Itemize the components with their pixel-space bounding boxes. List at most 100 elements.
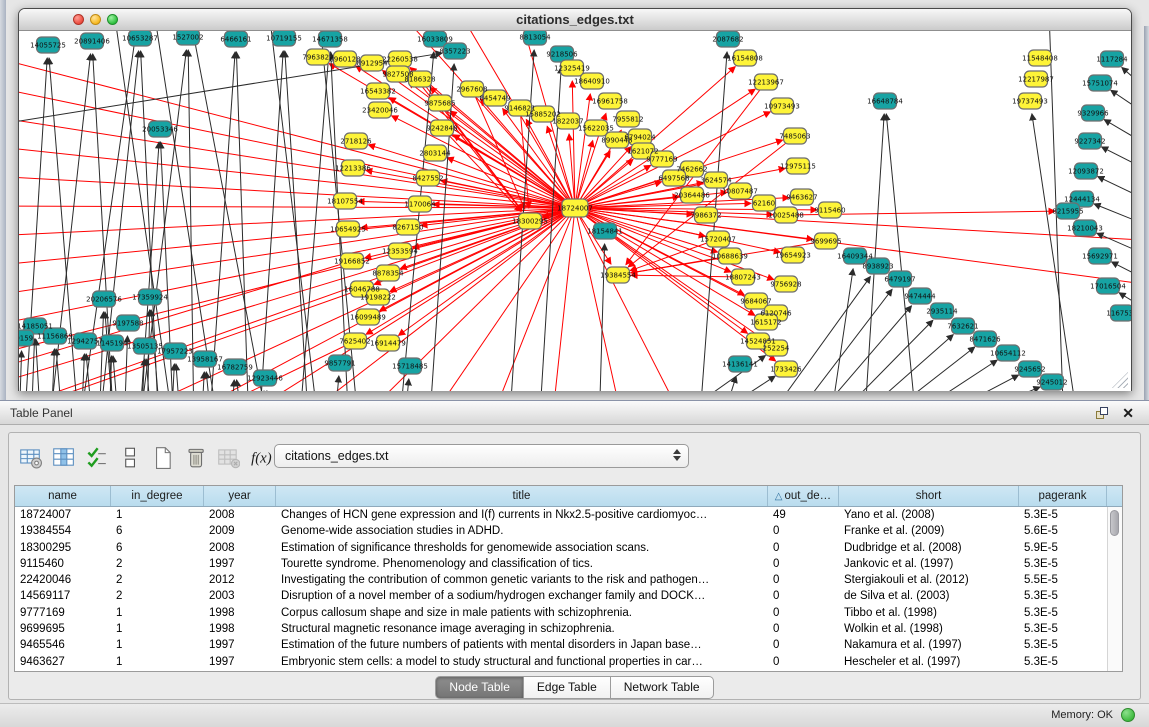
citation-edge-black[interactable]: [236, 52, 249, 391]
table-cell[interactable]: 1998: [204, 605, 276, 621]
table-cell[interactable]: 2: [111, 572, 204, 588]
table-cell[interactable]: Structural magnetic resonance image aver…: [276, 621, 768, 637]
table-cell[interactable]: Investigating the contribution of common…: [276, 572, 768, 588]
column-header-in_degree[interactable]: in_degree: [111, 486, 204, 506]
table-cell[interactable]: 0: [768, 637, 839, 653]
citation-edge-black[interactable]: [1104, 120, 1131, 146]
table-row[interactable]: 969969511998Structural magnetic resonanc…: [15, 621, 1122, 637]
citation-edge-black[interactable]: [1098, 177, 1131, 201]
citation-edge-black[interactable]: [1032, 114, 1079, 391]
citation-edge-black[interactable]: [334, 376, 339, 391]
network-canvas[interactable]: 1872400714055725208914061065328715270026…: [19, 31, 1131, 391]
table-cell[interactable]: 0: [768, 621, 839, 637]
table-cell[interactable]: 5.3E-5: [1019, 654, 1107, 670]
table-cell[interactable]: Corpus callosum shape and size in male p…: [276, 605, 768, 621]
table-cell[interactable]: 18300295: [15, 540, 111, 556]
delete-table-icon[interactable]: [182, 444, 208, 470]
table-cell[interactable]: 5.9E-5: [1019, 540, 1107, 556]
table-cell[interactable]: 5.3E-5: [1019, 637, 1107, 653]
table-cell[interactable]: 5.3E-5: [1019, 605, 1107, 621]
citation-edge-black[interactable]: [886, 114, 917, 391]
table-row[interactable]: 1830029562008Estimation of significance …: [15, 540, 1122, 556]
table-cell[interactable]: 14569117: [15, 588, 111, 604]
tab-network-table[interactable]: Network Table: [611, 676, 714, 699]
table-cell[interactable]: 1997: [204, 637, 276, 653]
table-cell[interactable]: 1: [111, 605, 204, 621]
table-cell[interactable]: 2008: [204, 507, 276, 523]
citation-edge-red[interactable]: [549, 208, 575, 391]
table-cell[interactable]: 49: [768, 507, 839, 523]
table-cell[interactable]: Changes of HCN gene expression and I(f) …: [276, 507, 768, 523]
citation-edge-black[interactable]: [934, 387, 1040, 391]
table-cell[interactable]: 0: [768, 605, 839, 621]
table-cell[interactable]: 9463627: [15, 654, 111, 670]
citation-edge-black[interactable]: [231, 380, 234, 391]
citation-edge-red[interactable]: [19, 146, 575, 208]
citation-edge-red[interactable]: [575, 94, 590, 208]
function-builder-icon[interactable]: f(x): [248, 444, 274, 470]
table-cell[interactable]: 9777169: [15, 605, 111, 621]
table-cell[interactable]: Disruption of a novel member of a sodium…: [276, 588, 768, 604]
table-cell[interactable]: 6: [111, 523, 204, 539]
citation-edge-black[interactable]: [784, 289, 892, 391]
close-panel-icon[interactable]: ✕: [1122, 404, 1134, 422]
column-header-short[interactable]: short: [839, 486, 1019, 506]
table-cell[interactable]: 1998: [204, 621, 276, 637]
citation-edge-black[interactable]: [404, 379, 409, 391]
table-cell[interactable]: 2: [111, 556, 204, 572]
table-cell[interactable]: 9699695: [15, 621, 111, 637]
table-cell[interactable]: Dudbridge et al. (2008): [839, 540, 1019, 556]
citation-edge-red[interactable]: [19, 56, 575, 208]
table-cell[interactable]: 2012: [204, 572, 276, 588]
table-cell[interactable]: 0: [768, 654, 839, 670]
table-cell[interactable]: 1997: [204, 654, 276, 670]
citation-edge-black[interactable]: [176, 364, 181, 391]
table-cell[interactable]: 6: [111, 540, 204, 556]
citation-edge-black[interactable]: [829, 269, 853, 391]
table-row[interactable]: 977716911998Corpus callosum shape and si…: [15, 605, 1122, 621]
table-cell[interactable]: 1: [111, 621, 204, 637]
citation-edge-black[interactable]: [19, 351, 22, 391]
table-cell[interactable]: 2003: [204, 588, 276, 604]
table-cell[interactable]: 18724007: [15, 507, 111, 523]
table-row[interactable]: 1938455462009Genome-wide association stu…: [15, 523, 1122, 539]
tab-node-table[interactable]: Node Table: [435, 676, 524, 699]
network-window-titlebar[interactable]: citations_edges.txt: [19, 9, 1131, 31]
citation-edge-red[interactable]: [19, 116, 575, 208]
table-cell[interactable]: Nakamura et al. (1997): [839, 637, 1019, 653]
table-cell[interactable]: 5.3E-5: [1019, 507, 1107, 523]
table-cell[interactable]: de Silva et al. (2003): [839, 588, 1019, 604]
citation-edge-black[interactable]: [209, 52, 235, 391]
table-cell[interactable]: 0: [768, 572, 839, 588]
table-panel-header[interactable]: Table Panel ✕: [0, 400, 1149, 425]
tab-edge-table[interactable]: Edge Table: [524, 676, 611, 699]
citation-edge-black[interactable]: [1111, 90, 1131, 116]
citation-edge-black[interactable]: [36, 339, 41, 391]
table-settings-icon[interactable]: [17, 444, 43, 470]
table-cell[interactable]: 5.3E-5: [1019, 588, 1107, 604]
table-cell[interactable]: 5.3E-5: [1019, 556, 1107, 572]
citation-edge-black[interactable]: [189, 31, 269, 391]
citation-network-graph[interactable]: 1872400714055725208914061065328715270026…: [19, 31, 1131, 391]
table-cell[interactable]: Tibbo et al. (1998): [839, 605, 1019, 621]
show-columns-icon[interactable]: [50, 444, 76, 470]
column-header-year[interactable]: year: [204, 486, 276, 506]
table-cell[interactable]: 1: [111, 507, 204, 523]
table-cell[interactable]: 5.5E-5: [1019, 572, 1107, 588]
citation-edge-black[interactable]: [889, 360, 997, 391]
table-row[interactable]: 2242004622012Investigating the contribut…: [15, 572, 1122, 588]
column-header-pagerank[interactable]: pagerank: [1019, 486, 1107, 506]
table-cell[interactable]: Wolkin et al. (1998): [839, 621, 1019, 637]
table-cell[interactable]: Stergiakouli et al. (2012): [839, 572, 1019, 588]
table-cell[interactable]: Tourette syndrome. Phenomenology and cla…: [276, 556, 768, 572]
row-height-icon[interactable]: [116, 444, 142, 470]
create-table-icon[interactable]: [149, 444, 175, 470]
table-cell[interactable]: 0: [768, 588, 839, 604]
table-row[interactable]: 946362711997Embryonic stem cells: a mode…: [15, 654, 1122, 670]
table-cell[interactable]: Franke et al. (2009): [839, 523, 1019, 539]
table-row[interactable]: 1456911722003Disruption of a novel membe…: [15, 588, 1122, 604]
citation-edge-black[interactable]: [1122, 68, 1131, 91]
citation-edge-black[interactable]: [269, 31, 319, 391]
select-rows-icon[interactable]: [83, 444, 109, 470]
table-cell[interactable]: 9465546: [15, 637, 111, 653]
